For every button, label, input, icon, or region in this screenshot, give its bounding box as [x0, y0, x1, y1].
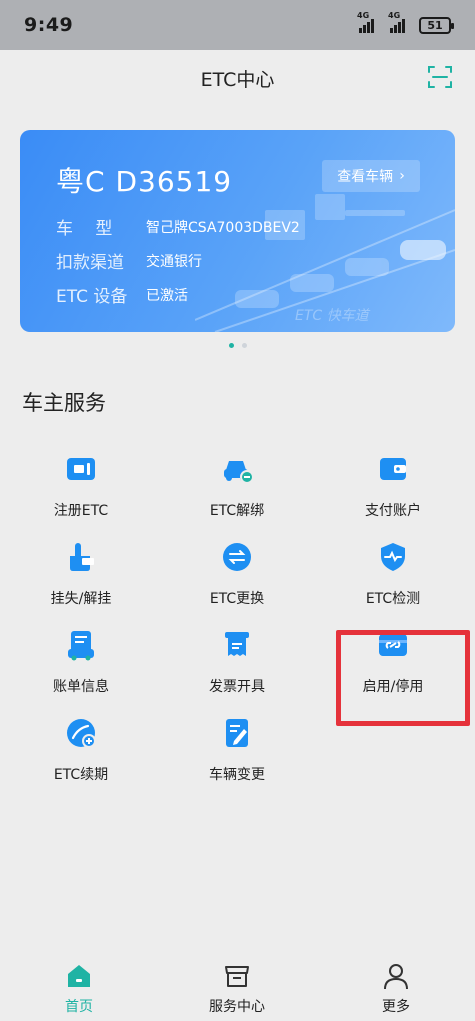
vehicle-card[interactable]: ETC 快车道 粤C D36519 查看车辆 › 车 型 智己牌CSA7003D…	[20, 130, 455, 332]
view-vehicle-button[interactable]: 查看车辆 ›	[322, 160, 420, 192]
service-etc-unbind[interactable]: ETC解绑	[158, 452, 316, 532]
signal-2-icon: 4G	[388, 11, 405, 33]
page-title: ETC中心	[200, 68, 275, 91]
highway-illustration: ETC 快车道	[195, 194, 455, 332]
carousel-dot[interactable]	[241, 343, 247, 348]
user-icon	[384, 964, 408, 990]
bill-icon	[68, 631, 94, 661]
nav-service-center[interactable]: 服务中心	[177, 962, 297, 1016]
plate-number: 粤C D36519	[56, 165, 233, 198]
service-pay-account[interactable]: 支付账户	[314, 452, 472, 532]
service-vehicle-change[interactable]: 车辆变更	[158, 716, 316, 796]
exchange-icon	[223, 543, 251, 571]
app-header: ETC中心	[0, 50, 475, 106]
service-etc-renew[interactable]: ETC续期	[2, 716, 160, 796]
status-indicators: 4G 4G 51	[357, 11, 454, 34]
chevron-right-icon: ›	[399, 168, 405, 184]
bottom-nav: 首页 服务中心 更多	[0, 962, 475, 1021]
scan-icon[interactable]	[427, 64, 453, 90]
etc-center-page: 9:49 4G 4G 51 ETC中心 ETC 快车道 粤C D36519 查看…	[0, 0, 475, 1021]
info-row-device: ETC 设备 已激活	[56, 287, 188, 307]
service-invoice[interactable]: 发票开具	[158, 628, 316, 708]
carousel-dot[interactable]	[228, 343, 234, 348]
service-bill-info[interactable]: 账单信息	[2, 628, 160, 708]
service-register-etc[interactable]: 注册ETC	[2, 452, 160, 532]
service-etc-check[interactable]: ETC检测	[314, 540, 472, 620]
carousel-dots	[0, 343, 475, 348]
status-bar: 9:49 4G 4G 51	[0, 0, 475, 50]
nav-home[interactable]: 首页	[19, 962, 139, 1016]
shield-check-icon	[381, 543, 405, 571]
report-loss-icon	[70, 543, 94, 571]
car-unbind-icon	[224, 461, 254, 484]
vehicle-edit-icon	[226, 719, 248, 747]
battery-icon: 51	[419, 16, 454, 34]
service-etc-replace[interactable]: ETC更换	[158, 540, 316, 620]
svg-text:ETC 快车道: ETC 快车道	[295, 308, 371, 324]
home-icon	[68, 965, 90, 987]
highlight-box	[336, 630, 470, 726]
nav-more[interactable]: 更多	[336, 962, 456, 1016]
info-row-channel: 扣款渠道 交通银行	[56, 253, 202, 273]
wallet-icon	[380, 458, 406, 480]
info-row-model: 车 型 智己牌CSA7003DBEV2	[56, 219, 300, 239]
signal-1-icon: 4G	[357, 11, 374, 33]
renew-icon	[67, 719, 96, 748]
status-time: 9:49	[24, 14, 74, 36]
etc-card-icon	[67, 458, 95, 480]
section-title: 车主服务	[22, 391, 106, 415]
service-report-loss[interactable]: 挂失/解挂	[2, 540, 160, 620]
service-center-icon	[225, 966, 249, 987]
invoice-icon	[225, 632, 249, 656]
